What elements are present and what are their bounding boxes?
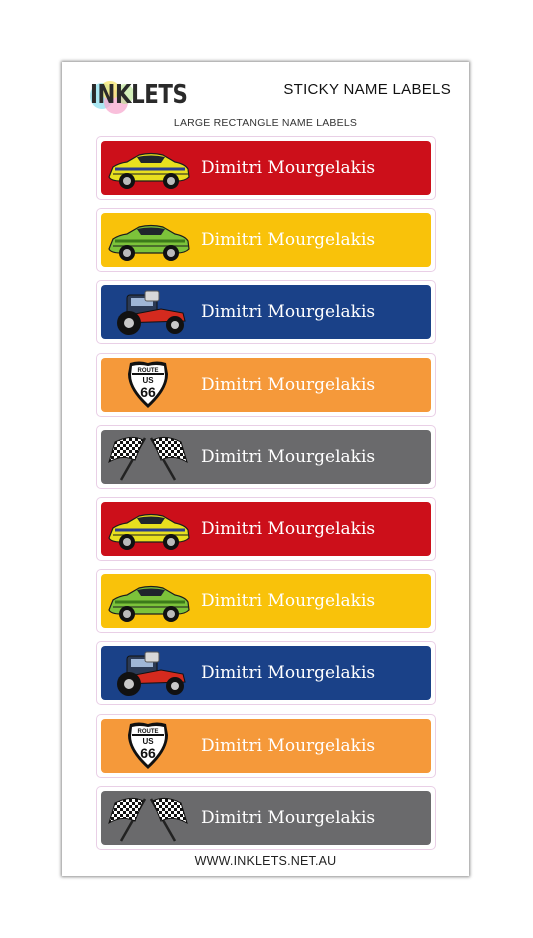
checkered-flags-icon xyxy=(105,793,191,843)
name-label-frame: Dimitri Mourgelakis xyxy=(96,569,436,634)
name-label-frame: Dimitri Mourgelakis xyxy=(96,497,436,561)
inklets-logo: INKLETS xyxy=(80,72,190,122)
name-label: Dimitri Mourgelakis xyxy=(101,502,431,556)
website-url: WWW.INKLETS.NET.AU xyxy=(194,854,337,868)
name-label-frame: ROUTE US 66 Dimitri Mourgelakis xyxy=(96,352,436,417)
name-label: Dimitri Mourgelakis xyxy=(101,141,431,195)
label-name-text: Dimitri Mourgelakis xyxy=(201,374,376,395)
green-sports-car-icon xyxy=(105,576,191,626)
checkered-flags-icon xyxy=(105,432,191,482)
label-name-text: Dimitri Mourgelakis xyxy=(201,735,376,756)
name-label: Dimitri Mourgelakis xyxy=(101,646,431,701)
label-name-text: Dimitri Mourgelakis xyxy=(201,807,376,828)
label-name-text: Dimitri Mourgelakis xyxy=(201,230,376,251)
svg-text:66: 66 xyxy=(140,745,156,761)
name-label-frame: Dimitri Mourgelakis xyxy=(96,424,436,489)
svg-text:66: 66 xyxy=(140,384,156,400)
name-label-frame: Dimitri Mourgelakis xyxy=(96,136,436,200)
label-name-text: Dimitri Mourgelakis xyxy=(201,446,376,467)
route-66-sign-icon: ROUTE US 66 xyxy=(105,360,191,410)
label-name-text: Dimitri Mourgelakis xyxy=(201,663,376,684)
name-label: Dimitri Mourgelakis xyxy=(101,790,431,845)
name-label-frame: Dimitri Mourgelakis xyxy=(96,208,436,273)
name-label: Dimitri Mourgelakis xyxy=(101,429,431,484)
name-label: Dimitri Mourgelakis xyxy=(101,574,431,629)
name-label: Dimitri Mourgelakis xyxy=(101,213,431,268)
name-label-frame: Dimitri Mourgelakis xyxy=(96,785,436,850)
hot-rod-car-icon xyxy=(105,287,191,337)
yellow-muscle-car-icon xyxy=(105,504,191,554)
name-label: Dimitri Mourgelakis xyxy=(101,285,431,340)
sheet-subtitle: LARGE RECTANGLE NAME LABELS xyxy=(173,117,358,129)
name-label-frame: Dimitri Mourgelakis xyxy=(96,280,436,345)
label-name-text: Dimitri Mourgelakis xyxy=(201,158,376,178)
svg-text:ROUTE: ROUTE xyxy=(138,368,159,374)
route-66-sign-icon: ROUTE US 66 xyxy=(105,721,191,771)
hot-rod-car-icon xyxy=(105,648,191,698)
yellow-muscle-car-icon xyxy=(105,143,191,193)
name-label-frame: Dimitri Mourgelakis xyxy=(96,641,436,706)
logo-text: INKLETS xyxy=(90,80,188,110)
name-label: ROUTE US 66 Dimitri Mourgelakis xyxy=(101,357,431,412)
name-label-frame: ROUTE US 66 Dimitri Mourgelakis xyxy=(96,713,436,778)
label-sheet: INKLETS STICKY NAME LABELS LARGE RECTANG… xyxy=(62,62,469,876)
label-name-text: Dimitri Mourgelakis xyxy=(201,591,376,612)
name-label: ROUTE US 66 Dimitri Mourgelakis xyxy=(101,718,431,773)
svg-text:ROUTE: ROUTE xyxy=(138,729,159,735)
label-name-text: Dimitri Mourgelakis xyxy=(201,302,376,323)
label-name-text: Dimitri Mourgelakis xyxy=(201,519,376,539)
green-sports-car-icon xyxy=(105,215,191,265)
sheet-title: STICKY NAME LABELS xyxy=(283,81,451,98)
